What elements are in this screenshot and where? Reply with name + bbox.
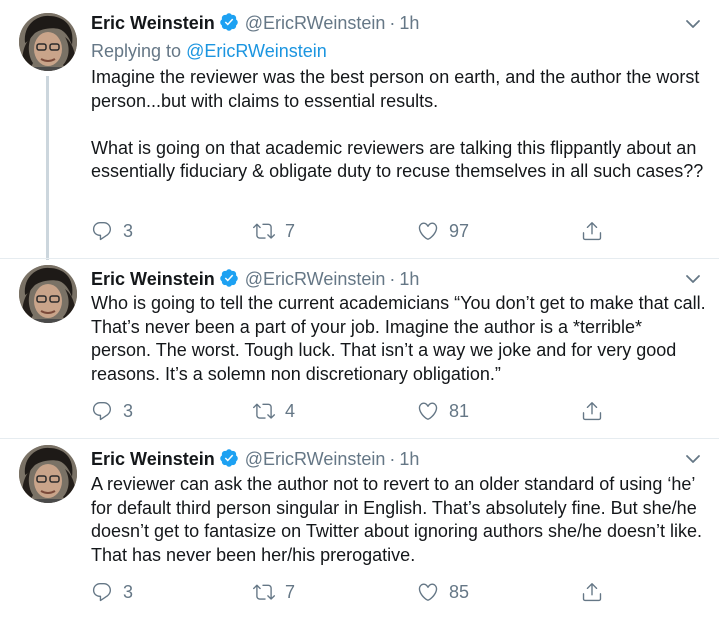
verified-badge-icon [219, 448, 239, 474]
like-count: 97 [449, 220, 470, 241]
chevron-down-icon[interactable] [685, 271, 701, 287]
author-handle[interactable]: @EricRWeinstein [245, 449, 386, 469]
reply-icon [91, 581, 113, 603]
like-button[interactable]: 81 [417, 399, 469, 423]
share-icon [581, 581, 603, 603]
tweet-actions: 3 7 97 [91, 219, 611, 243]
timestamp[interactable]: 1h [399, 269, 419, 289]
share-icon [581, 400, 603, 422]
retweet-icon [253, 400, 275, 422]
retweet-count: 7 [285, 581, 296, 602]
separator-dot: · [389, 13, 396, 33]
tweet-header: Eric Weinstein @EricRWeinstein · 1h [91, 11, 419, 38]
like-icon [417, 400, 439, 422]
tweet-1[interactable]: Eric Weinstein @EricRWeinstein · 1h Replyin… [0, 0, 719, 260]
like-icon [417, 220, 439, 242]
tweet-text: Who is going to tell the current academi… [91, 292, 707, 386]
author-handle[interactable]: @EricRWeinstein [245, 269, 386, 289]
tweet-paragraph: A reviewer can ask the author not to rev… [91, 474, 703, 565]
tweet-paragraph: Who is going to tell the current academi… [91, 293, 706, 384]
timestamp[interactable]: 1h [399, 13, 419, 33]
like-button[interactable]: 85 [417, 580, 469, 604]
tweet-3[interactable]: Eric Weinstein @EricRWeinstein · 1h A revie… [0, 439, 719, 621]
chevron-down-icon[interactable] [685, 16, 701, 32]
tweet-text: Imagine the reviewer was the best person… [91, 66, 707, 184]
verified-badge-icon [219, 268, 239, 294]
tweet-header: Eric Weinstein @EricRWeinstein · 1h [91, 267, 419, 294]
tweet-paragraph: Imagine the reviewer was the best person… [91, 67, 700, 111]
share-button[interactable] [581, 399, 603, 423]
tweet-actions: 3 4 81 [91, 399, 611, 423]
tweet-header: Eric Weinstein @EricRWeinstein · 1h [91, 447, 419, 474]
retweet-icon [253, 581, 275, 603]
share-button[interactable] [581, 580, 603, 604]
tweet-text: A reviewer can ask the author not to rev… [91, 473, 707, 567]
avatar[interactable] [19, 13, 77, 71]
reply-button[interactable]: 3 [91, 219, 133, 243]
avatar[interactable] [19, 445, 77, 503]
like-icon [417, 581, 439, 603]
chevron-down-icon[interactable] [685, 451, 701, 467]
separator-dot: · [389, 449, 396, 469]
avatar[interactable] [19, 265, 77, 323]
reply-icon [91, 400, 113, 422]
tweet-2[interactable]: Eric Weinstein @EricRWeinstein · 1h Who is … [0, 259, 719, 438]
replying-to: Replying to @EricRWeinstein [91, 39, 327, 63]
replying-mention-link[interactable]: @EricRWeinstein [186, 41, 327, 61]
author-name[interactable]: Eric Weinstein [91, 269, 215, 289]
like-button[interactable]: 97 [417, 219, 469, 243]
thread-line [46, 76, 49, 260]
retweet-icon [253, 220, 275, 242]
author-handle[interactable]: @EricRWeinstein [245, 13, 386, 33]
reply-button[interactable]: 3 [91, 399, 133, 423]
replying-prefix: Replying to [91, 41, 182, 61]
retweet-count: 4 [285, 400, 296, 421]
retweet-button[interactable]: 7 [253, 580, 295, 604]
retweet-button[interactable]: 4 [253, 399, 295, 423]
retweet-count: 7 [285, 220, 296, 241]
share-button[interactable] [581, 219, 603, 243]
separator-dot: · [389, 269, 396, 289]
like-count: 81 [449, 400, 470, 421]
avatar-image [19, 265, 77, 323]
retweet-button[interactable]: 7 [253, 219, 295, 243]
reply-count: 3 [123, 400, 134, 421]
tweet-paragraph: What is going on that academic reviewers… [91, 137, 704, 182]
verified-badge-icon [219, 12, 239, 38]
share-icon [581, 220, 603, 242]
reply-button[interactable]: 3 [91, 580, 133, 604]
avatar-image [19, 445, 77, 503]
author-name[interactable]: Eric Weinstein [91, 449, 215, 469]
tweet-actions: 3 7 85 [91, 580, 611, 604]
reply-count: 3 [123, 581, 134, 602]
like-count: 85 [449, 581, 470, 602]
author-name[interactable]: Eric Weinstein [91, 13, 215, 33]
avatar-image [19, 13, 77, 71]
reply-count: 3 [123, 220, 134, 241]
reply-icon [91, 220, 113, 242]
timestamp[interactable]: 1h [399, 449, 419, 469]
